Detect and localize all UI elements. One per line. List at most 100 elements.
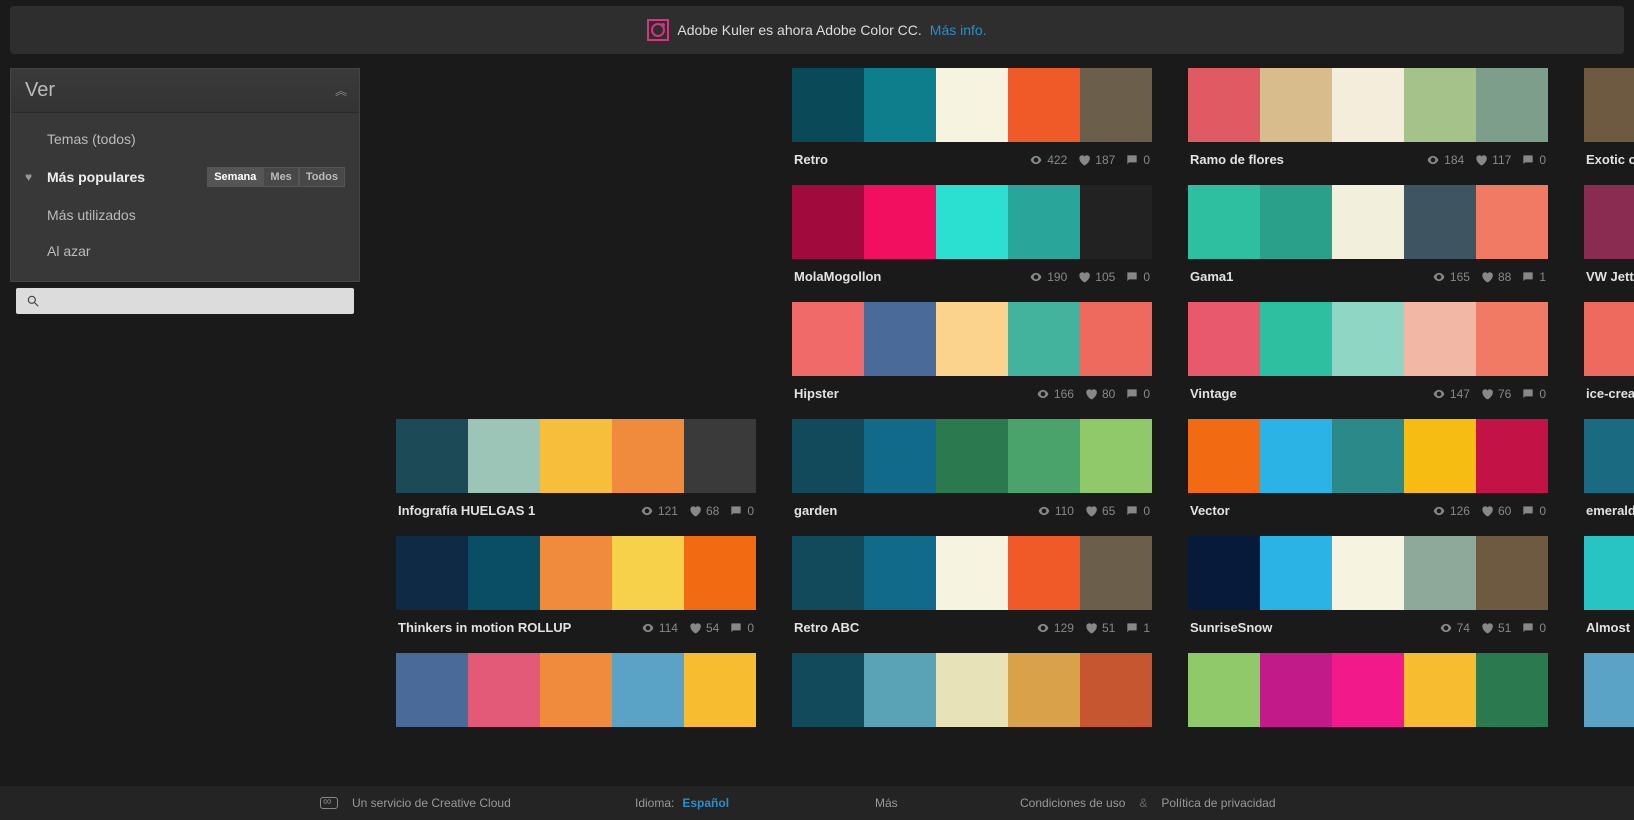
theme-card[interactable]: Infografía HUELGAS 1121680	[396, 419, 756, 518]
likes-stat: 60	[1480, 504, 1511, 518]
swatch	[792, 302, 864, 376]
views-stat: 166	[1036, 387, 1074, 401]
theme-name: emerald	[1586, 503, 1634, 518]
swatch	[396, 419, 468, 493]
theme-meta: Exotic chocolat1661080	[1584, 142, 1634, 167]
theme-card[interactable]	[792, 653, 1152, 727]
theme-card[interactable]: ice-cream151690	[1584, 302, 1634, 401]
theme-name: Almost spring	[1586, 620, 1634, 635]
theme-name: Ramo de flores	[1190, 152, 1416, 167]
footer-more-link[interactable]: Más	[875, 796, 898, 810]
filter-mes[interactable]: Mes	[263, 167, 298, 187]
sidebar-item-label: Más utilizados	[47, 207, 136, 223]
swatch-row	[1188, 68, 1548, 142]
theme-name: VW Jetta JP	[1586, 269, 1634, 284]
theme-card[interactable]: Vintage147760	[1188, 302, 1548, 401]
swatch	[1188, 185, 1260, 259]
search-icon	[26, 294, 40, 308]
swatch	[936, 302, 1008, 376]
swatch	[936, 68, 1008, 142]
swatch	[1188, 302, 1260, 376]
comments-stat: 0	[1125, 153, 1150, 167]
footer-terms-link[interactable]: Condiciones de uso	[1020, 796, 1125, 810]
swatch	[1260, 536, 1332, 610]
views-stat: 121	[640, 504, 678, 518]
comments-stat: 0	[1125, 387, 1150, 401]
swatch	[1476, 536, 1548, 610]
swatch	[612, 536, 684, 610]
banner-more-info-link[interactable]: Más info.	[930, 22, 987, 38]
theme-card[interactable]: Exotic chocolat1661080	[1584, 68, 1634, 167]
swatch-row	[1188, 185, 1548, 259]
theme-card[interactable]: Retro ABC129511	[792, 536, 1152, 635]
likes-stat: 51	[1084, 621, 1115, 635]
swatch	[792, 419, 864, 493]
swatch	[792, 653, 864, 727]
color-cc-icon	[647, 19, 669, 41]
theme-card[interactable]: Almost spring87480	[1584, 536, 1634, 635]
theme-card[interactable]: garden110650	[792, 419, 1152, 518]
theme-card[interactable]	[396, 653, 756, 727]
footer-privacy-link[interactable]: Política de privacidad	[1161, 796, 1275, 810]
theme-card[interactable]: Gama1165881	[1188, 185, 1548, 284]
sidebar: Ver ︽ Temas (todos) Más popularesSemanaMe…	[10, 68, 360, 734]
footer-lang-value[interactable]: Español	[682, 796, 729, 810]
comments-stat: 0	[1521, 621, 1546, 635]
filter-semana[interactable]: Semana	[207, 167, 263, 187]
swatch	[1476, 302, 1548, 376]
swatch	[612, 653, 684, 727]
theme-meta: VW Jetta JP96800	[1584, 259, 1634, 284]
swatch-row	[1188, 536, 1548, 610]
swatch	[1008, 68, 1080, 142]
swatch	[396, 653, 468, 727]
theme-card[interactable]: MolaMogollon1901050	[792, 185, 1152, 284]
theme-card[interactable]: emerald115560	[1584, 419, 1634, 518]
swatch	[864, 653, 936, 727]
theme-meta: Vector126600	[1188, 493, 1548, 518]
swatch	[1188, 536, 1260, 610]
theme-card[interactable]: Retro4221870	[792, 68, 1152, 167]
sidebar-section-header[interactable]: Ver ︽	[11, 69, 359, 113]
theme-card[interactable]: SunriseSnow74510	[1188, 536, 1548, 635]
theme-card[interactable]: VW Jetta JP96800	[1584, 185, 1634, 284]
sidebar-item-3[interactable]: Al azar	[11, 233, 359, 269]
theme-card[interactable]	[1584, 653, 1634, 727]
theme-card[interactable]: Ramo de flores1841170	[1188, 68, 1548, 167]
swatch	[468, 653, 540, 727]
sidebar-item-0[interactable]: Temas (todos)	[11, 121, 359, 157]
theme-meta: Infografía HUELGAS 1121680	[396, 493, 756, 518]
filter-todos[interactable]: Todos	[299, 167, 345, 187]
swatch	[1260, 419, 1332, 493]
views-stat: 184	[1426, 153, 1464, 167]
search-input[interactable]	[16, 288, 354, 314]
theme-meta: ice-cream151690	[1584, 376, 1634, 401]
swatch	[1404, 302, 1476, 376]
swatch	[864, 419, 936, 493]
theme-name: Vintage	[1190, 386, 1422, 401]
swatch	[1008, 185, 1080, 259]
swatch	[864, 185, 936, 259]
views-stat: 126	[1432, 504, 1470, 518]
creative-cloud-icon	[320, 797, 338, 809]
swatch	[1008, 419, 1080, 493]
theme-card[interactable]: Hipster166800	[792, 302, 1152, 401]
theme-name: Thinkers in motion ROLLUP	[398, 620, 631, 635]
swatch-row	[1584, 68, 1634, 142]
swatch-row	[1584, 419, 1634, 493]
theme-name: ice-cream	[1586, 386, 1634, 401]
theme-card[interactable]	[1188, 653, 1548, 727]
swatch	[1584, 185, 1634, 259]
swatch-row	[1188, 653, 1548, 727]
theme-card[interactable]: Vector126600	[1188, 419, 1548, 518]
theme-card[interactable]: Thinkers in motion ROLLUP114540	[396, 536, 756, 635]
likes-stat: 51	[1480, 621, 1511, 635]
comments-stat: 0	[729, 504, 754, 518]
theme-grid: Retro4221870Ramo de flores1841170Exotic …	[396, 68, 1634, 734]
sidebar-item-1[interactable]: Más popularesSemanaMesTodos	[11, 157, 359, 197]
theme-name: Gama1	[1190, 269, 1422, 284]
sidebar-item-2[interactable]: Más utilizados	[11, 197, 359, 233]
swatch	[1476, 419, 1548, 493]
sidebar-item-label: Temas (todos)	[47, 131, 136, 147]
swatch	[1404, 68, 1476, 142]
likes-stat: 80	[1084, 387, 1115, 401]
